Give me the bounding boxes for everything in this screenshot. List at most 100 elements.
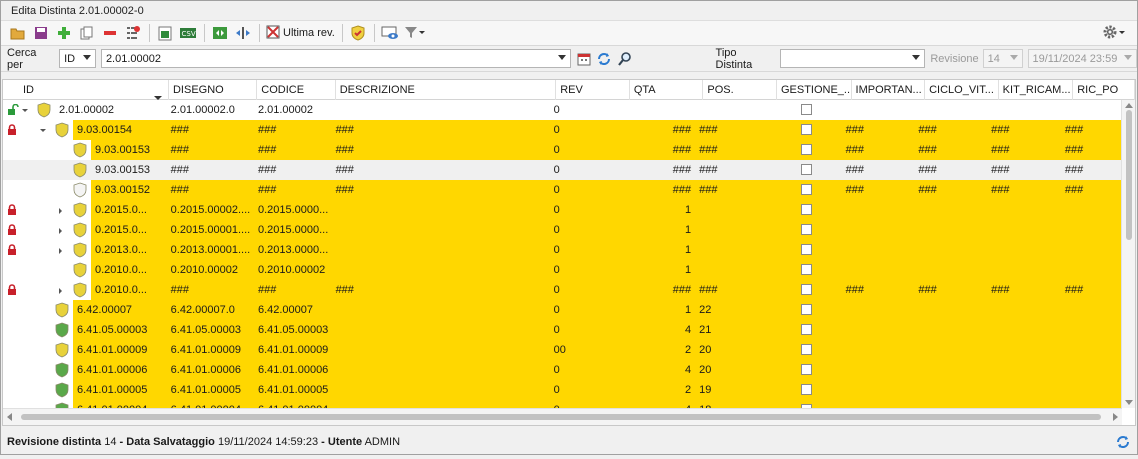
add-icon[interactable] [53, 22, 75, 44]
cell-pos: 21 [695, 320, 768, 340]
table-row[interactable]: 6.41.01.00005 6.41.01.00005 6.41.01.00005 0… [3, 380, 1123, 400]
horizontal-scroll-thumb[interactable] [21, 414, 1101, 420]
tipo-distinta-select[interactable] [779, 49, 926, 68]
gestione-checkbox[interactable] [801, 324, 813, 335]
table-row[interactable]: 0.2015.0... 0.2015.00002.... 0.2015.0000..… [3, 200, 1123, 220]
search-input[interactable]: 2.01.00002 [100, 49, 571, 68]
gestione-checkbox[interactable] [801, 124, 813, 135]
cell-ric [1060, 340, 1123, 360]
column-header-codice[interactable]: CODICE [257, 80, 336, 100]
gestione-checkbox[interactable] [801, 384, 813, 395]
shield-check-icon[interactable] [347, 22, 369, 44]
status-rev-value: 14 [104, 436, 117, 448]
gestione-checkbox[interactable] [801, 144, 813, 155]
cell-disegno: 6.41.01.00005 [166, 380, 254, 400]
vertical-scroll-thumb[interactable] [1126, 110, 1132, 240]
calendar-search-icon[interactable] [575, 48, 593, 70]
chevron-right-icon[interactable] [57, 286, 65, 298]
gestione-checkbox[interactable] [801, 204, 813, 215]
table-row[interactable]: 9.03.00153 ### ### ### 0 ### ### ### ### ### ### [3, 160, 1122, 180]
gestione-checkbox[interactable] [801, 244, 813, 255]
column-header-ric-po[interactable]: RIC_PO [1073, 80, 1135, 100]
refresh-icon[interactable] [1115, 434, 1131, 459]
chevron-right-icon[interactable] [57, 246, 65, 258]
cell-ciclo: ### [914, 140, 988, 160]
column-header-importanza[interactable]: IMPORTAN... [852, 80, 926, 100]
cell-imp: ### [845, 164, 864, 176]
cell-ric [1060, 300, 1123, 320]
status-date-label: Data Salvataggio [126, 436, 215, 448]
chevron-right-icon[interactable] [57, 206, 65, 218]
cell-id: 9.03.00153 [95, 164, 151, 176]
scroll-up-icon[interactable] [1125, 103, 1133, 108]
column-header-qta[interactable]: QTA [630, 80, 704, 100]
collapse-columns-icon[interactable] [232, 22, 254, 44]
table-row[interactable]: 6.41.01.00009 6.41.01.00009 6.41.01.00009 0… [3, 340, 1123, 360]
column-header-rev[interactable]: REV [556, 80, 630, 100]
gestione-checkbox[interactable] [801, 284, 813, 295]
remove-icon[interactable] [99, 22, 121, 44]
table-row[interactable]: 0.2013.0... 0.2013.00001.... 0.2013.0000..… [3, 240, 1123, 260]
filter-dropdown-button[interactable] [402, 22, 428, 44]
table-row[interactable]: 0.2015.0... 0.2015.00001.... 0.2015.0000..… [3, 220, 1123, 240]
cell-disegno: 6.41.01.00009 [166, 340, 254, 360]
save-icon[interactable] [30, 22, 52, 44]
copy-icon[interactable] [76, 22, 98, 44]
table-row[interactable]: 6.41.01.00006 6.41.01.00006 6.41.01.00006 0… [3, 360, 1123, 380]
gestione-checkbox[interactable] [801, 264, 813, 275]
gestione-checkbox[interactable] [801, 224, 813, 235]
cell-qta: 1 [622, 300, 696, 320]
gestione-checkbox[interactable] [801, 104, 813, 115]
table-row[interactable]: 2.01.00002 2.01.00002.0 2.01.00002 0 [3, 100, 1122, 120]
vertical-scrollbar[interactable] [1121, 100, 1135, 408]
table-row[interactable]: 9.03.00152 ### ### ### 0 ### ### ### ### ### ### [3, 180, 1123, 200]
column-header-kit-ricambi[interactable]: KIT_RICAM... [999, 80, 1074, 100]
column-header-ciclo-vita[interactable]: CICLO_VIT... [925, 80, 999, 100]
column-header-pos[interactable]: POS. [703, 80, 777, 100]
last-rev-button[interactable]: Ultima rev. [264, 22, 337, 44]
table-row[interactable]: 0.2010.0... ### ### ### 0 ### ### ### ### ### ### [3, 280, 1123, 300]
search-field-select[interactable]: ID [59, 49, 96, 68]
preview-icon[interactable] [379, 22, 401, 44]
table-row[interactable]: 9.03.00153 ### ### ### 0 ### ### ### ### ### ### [3, 140, 1123, 160]
cell-ciclo [914, 360, 988, 380]
settings-dropdown-button[interactable] [1100, 22, 1128, 44]
scroll-left-icon[interactable] [7, 413, 12, 421]
cell-id: 6.41.01.00005 [73, 380, 167, 400]
revision-date-select[interactable]: 19/11/2024 23:59 [1027, 49, 1138, 68]
csv-export-icon[interactable]: CSV [177, 22, 199, 44]
scroll-down-icon[interactable] [1125, 400, 1133, 405]
cell-ric [1061, 100, 1122, 120]
expand-columns-icon[interactable] [209, 22, 231, 44]
column-header-disegno[interactable]: DISEGNO [169, 80, 258, 100]
tree-cell: 6.41.05.00003 [3, 320, 167, 340]
unlock-icon [7, 103, 19, 119]
cell-kit [987, 220, 1061, 240]
scroll-right-icon[interactable] [1113, 413, 1118, 421]
cell-ciclo [914, 340, 988, 360]
gestione-checkbox[interactable] [801, 184, 813, 195]
excel-export-icon[interactable] [154, 22, 176, 44]
gestione-checkbox[interactable] [801, 364, 813, 375]
gestione-checkbox[interactable] [801, 164, 813, 175]
horizontal-scrollbar[interactable] [3, 408, 1122, 425]
search-icon[interactable] [615, 48, 635, 70]
gestione-checkbox[interactable] [801, 304, 813, 315]
column-header-id[interactable]: ID [3, 80, 169, 100]
table-row[interactable]: 6.41.05.00003 6.41.05.00003 6.41.05.00003 0… [3, 320, 1123, 340]
table-row[interactable]: 6.42.00007 6.42.00007.0 6.42.00007 0 1 22 [3, 300, 1123, 320]
revisione-select[interactable]: 14 [982, 49, 1023, 68]
table-row[interactable]: 0.2010.0... 0.2010.00002 0.2010.00002 0 1 [3, 260, 1123, 280]
column-header-gestione[interactable]: GESTIONE_... [777, 80, 852, 100]
chevron-down-icon[interactable] [153, 88, 162, 100]
cell-ric [1060, 260, 1123, 280]
refresh-icon[interactable] [594, 48, 614, 70]
chevron-down-icon[interactable] [39, 126, 47, 138]
chevron-right-icon[interactable] [57, 226, 65, 238]
folder-open-icon[interactable] [7, 22, 29, 44]
chevron-down-icon[interactable] [21, 106, 29, 118]
gestione-checkbox[interactable] [801, 344, 813, 355]
column-header-descrizione[interactable]: DESCRIZIONE [336, 80, 557, 100]
table-row[interactable]: 9.03.00154 ### ### ### 0 ### ### ### ### ### ### [3, 120, 1123, 140]
delete-list-icon[interactable] [122, 22, 144, 44]
